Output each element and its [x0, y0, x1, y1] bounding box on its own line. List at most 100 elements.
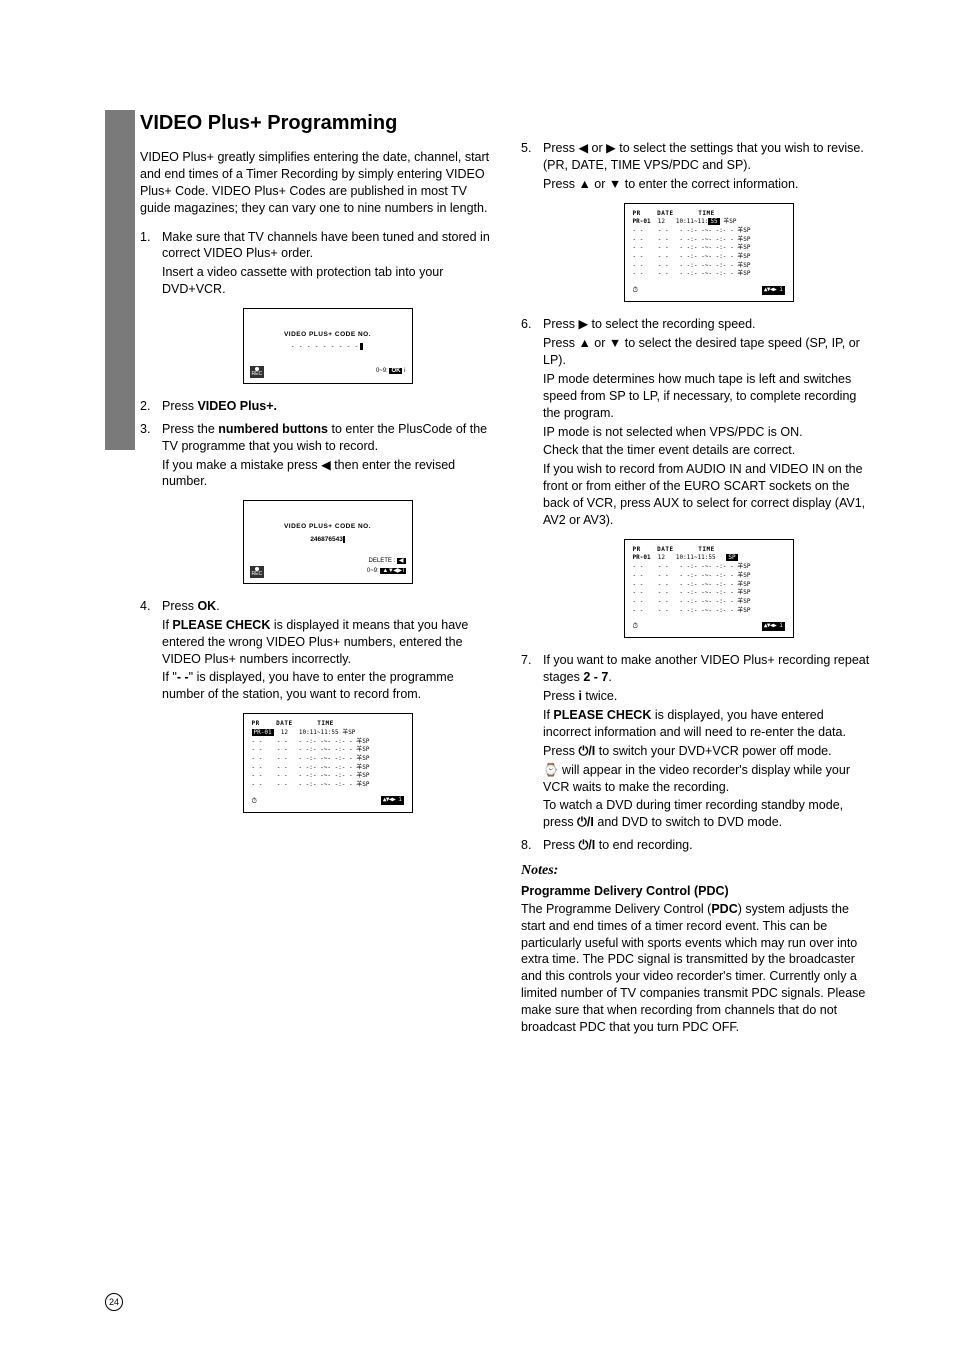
clock-icon: ⏱ [252, 796, 257, 806]
down-arrow-icon: ▼ [609, 336, 621, 350]
txt: will appear in the video recorder's disp… [543, 763, 850, 794]
key-name: OK [197, 599, 216, 613]
txt: twice. [582, 689, 617, 703]
step-text: Press ⏻/I to end recording. [543, 837, 874, 854]
step-text: Check that the timer event details are c… [543, 442, 874, 459]
down-arrow-icon: ▼ [609, 177, 621, 191]
pdc-body: The Programme Delivery Control (PDC) sys… [521, 901, 874, 1036]
txt: or [591, 336, 609, 350]
key-name: PLEASE CHECK [553, 708, 651, 722]
arrows-badge: ▲▼◀▶ i [380, 568, 405, 574]
step-7: 7. If you want to make another VIDEO Plu… [521, 652, 874, 833]
key-name: - - [177, 670, 189, 684]
txt: Press [543, 744, 578, 758]
txt: . [608, 670, 611, 684]
step-8: 8. Press ⏻/I to end recording. [521, 837, 874, 856]
timer-table-1: PR DATE TIME PR-01 12 10:11~11:55 羊SP - … [243, 713, 413, 813]
rec-icon: REC [250, 566, 265, 578]
right-arrow-icon: ▶ [606, 141, 616, 155]
step-text: If you want to make another VIDEO Plus+ … [543, 652, 874, 686]
txt: Press [543, 838, 578, 852]
step-text: Press ◀ or ▶ to select the settings that… [543, 140, 874, 174]
step-2: 2. Press VIDEO Plus+. [140, 398, 493, 417]
txt: and DVD to switch to DVD mode. [594, 815, 782, 829]
txt: Press [162, 399, 197, 413]
osd-code: 246876543 [250, 536, 406, 544]
step-text: If PLEASE CHECK is displayed it means th… [162, 617, 493, 668]
arrows-badge: ▲▼◀▶ i [381, 796, 404, 805]
osd-hint: 0~9: OK i [376, 368, 406, 376]
key-name: PLEASE CHECK [172, 618, 270, 632]
clock-icon: ⏱ [633, 621, 638, 631]
txt: to switch your DVD+VCR power off mode. [595, 744, 831, 758]
clock-icon: ⏱ [633, 285, 638, 295]
right-steps: 5. Press ◀ or ▶ to select the settings t… [521, 140, 874, 856]
step-text: IP mode is not selected when VPS/PDC is … [543, 424, 874, 441]
arrows-badge: ▲▼◀▶ i [762, 286, 785, 295]
page-number: 24 [105, 1293, 123, 1311]
timer-row: - - - - - -:- -~- -:- - 羊SP [633, 563, 785, 572]
step-text: Make sure that TV channels have been tun… [162, 229, 493, 263]
step-text: IP mode determines how much tape is left… [543, 371, 874, 422]
power-icon: ⏻/I [578, 744, 595, 758]
step-6: 6. Press ▶ to select the recording speed… [521, 316, 874, 648]
key-name: 2 - 7 [583, 670, 608, 684]
rec-icon: REC [250, 366, 265, 378]
osd-screen-2: VIDEO PLUS+ CODE NO. 246876543 DELETE : … [243, 500, 413, 584]
left-arrow-icon: ◀ [321, 458, 331, 472]
i-label: i [404, 368, 405, 374]
timer-row: - - - - - -:- -~- -:- - 羊SP [252, 746, 404, 755]
txt: or [588, 141, 606, 155]
txt: Press [543, 177, 578, 191]
timer-row: - - - - - -:- -~- -:- - 羊SP [252, 738, 404, 747]
step-text: Press VIDEO Plus+. [162, 398, 493, 415]
ok-badge: OK [389, 368, 402, 374]
txt: to end recording. [595, 838, 692, 852]
content-columns: VIDEO Plus+ Programming VIDEO Plus+ grea… [140, 110, 874, 1036]
osd-hint: 0~9: ▲▼◀▶ i [367, 568, 406, 576]
timer-header: PR DATE TIME [252, 720, 404, 729]
step-text: Press ▶ to select the recording speed. [543, 316, 874, 333]
txt: to enter the correct information. [621, 177, 798, 191]
step-1: 1. Make sure that TV channels have been … [140, 229, 493, 394]
up-arrow-icon: ▲ [578, 177, 590, 191]
txt: The Programme Delivery Control ( [521, 902, 711, 916]
step-5: 5. Press ◀ or ▶ to select the settings t… [521, 140, 874, 312]
timer-row: PR-01 12 10:11~11:55 羊SP [252, 729, 404, 738]
key-name: PDC [711, 902, 737, 916]
hint-nums: 0~9: [376, 368, 388, 374]
notes-heading: Notes: [521, 862, 874, 881]
step-text: Press OK. [162, 598, 493, 615]
step-num: 5. [521, 140, 543, 312]
timer-row: - - - - - -:- -~- -:- - 羊SP [252, 764, 404, 773]
step-text: Press i twice. [543, 688, 874, 705]
timer-header: PR DATE TIME [633, 546, 785, 555]
txt: ) system adjusts the start and end times… [521, 902, 865, 1034]
power-icon: ⏻/I [578, 838, 595, 852]
step-text: If you wish to record from AUDIO IN and … [543, 461, 874, 529]
timer-row: - - - - - -:- -~- -:- - 羊SP [633, 244, 785, 253]
step-num: 2. [140, 398, 162, 417]
right-column: 5. Press ◀ or ▶ to select the settings t… [521, 110, 874, 1036]
left-arrow-icon: ◀ [397, 558, 406, 564]
txt: Press [543, 336, 578, 350]
timer-row: - - - - - -:- -~- -:- - 羊SP [633, 572, 785, 581]
clock-icon: ⌚ [543, 763, 559, 777]
left-steps: 1. Make sure that TV channels have been … [140, 229, 493, 823]
timer-row: - - - - - -:- -~- -:- - 羊SP [633, 253, 785, 262]
txt: or [591, 177, 609, 191]
timer-header: PR DATE TIME [633, 210, 785, 219]
step-num: 7. [521, 652, 543, 833]
txt: Press [543, 689, 578, 703]
timer-row: - - - - - -:- -~- -:- - 羊SP [252, 755, 404, 764]
timer-row: PR-01 12 10:11~11:55 羊SP [633, 218, 785, 227]
txt: DELETE : [369, 558, 396, 564]
osd-title: VIDEO PLUS+ CODE NO. [250, 523, 406, 531]
step-text: Press ▲ or ▼ to select the desired tape … [543, 335, 874, 369]
osd-code: - - - - - - - - - [250, 343, 406, 351]
step-text: To watch a DVD during timer recording st… [543, 797, 874, 831]
step-text: ⌚ will appear in the video recorder's di… [543, 762, 874, 796]
step-num: 1. [140, 229, 162, 394]
osd-title: VIDEO PLUS+ CODE NO. [250, 331, 406, 339]
step-num: 8. [521, 837, 543, 856]
